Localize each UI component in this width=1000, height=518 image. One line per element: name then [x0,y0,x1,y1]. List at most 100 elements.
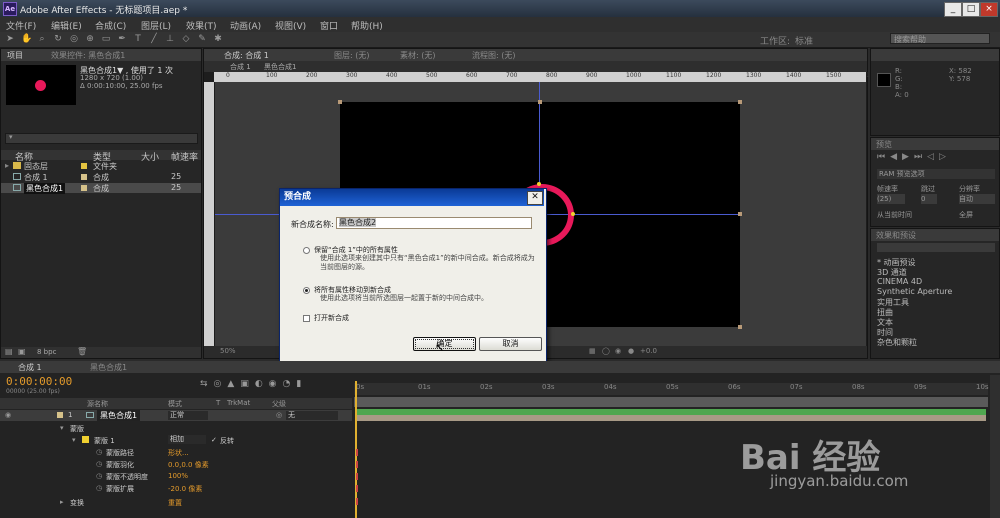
parent-select[interactable]: 无 [286,411,338,420]
visibility-eye-icon[interactable]: ◉ [5,411,11,419]
stopwatch-icon[interactable]: ◷ [96,460,102,468]
mask-tool-icon[interactable]: ▭ [101,34,111,44]
tab-effect-controls[interactable]: 效果控件: 黑色合成1 [51,50,125,61]
effects-category[interactable]: Synthetic Aperture [877,287,952,296]
dialog-close-button[interactable]: ✕ [527,191,543,205]
text-tool-icon[interactable]: T [133,34,143,44]
brush-tool-icon[interactable]: ╱ [149,34,159,44]
menu-file[interactable]: 文件(F) [6,19,36,32]
move-attributes-radio[interactable] [303,287,310,294]
expand-arrow-icon[interactable]: ▸ [5,161,9,170]
effects-category[interactable]: CINEMA 4D [877,277,922,286]
pan-behind-tool-icon[interactable]: ⊕ [85,34,95,44]
comp-name-input[interactable]: 黑色合成2 [336,217,532,229]
fullscreen-checkbox[interactable]: 全屏 [959,210,973,220]
stopwatch-icon[interactable]: ◷ [96,484,102,492]
open-new-comp-checkbox[interactable] [303,315,310,322]
zoom-tool-icon[interactable]: ⌕ [37,34,47,44]
cancel-button[interactable]: 取消 [479,337,542,351]
timeline-switches[interactable]: ⇆◎▲▣◐◉◔▮ [200,379,307,389]
grid-toggle-icon[interactable]: ▦ [589,347,596,355]
pen-tool-icon[interactable]: ✒ [117,34,127,44]
playback-controls[interactable]: ⏮◀▶⏭◁▷ [877,152,951,162]
help-search-input[interactable]: 搜索帮助 [890,33,990,44]
keyframe-marker[interactable] [356,461,358,468]
rotate-tool-icon[interactable]: ↻ [53,34,63,44]
keyframe-marker[interactable] [356,449,358,456]
ok-button[interactable]: 确定 [413,337,476,351]
clone-tool-icon[interactable]: ⊥ [165,34,175,44]
layer-corner-handle[interactable] [738,325,742,329]
work-area-bar[interactable] [354,397,988,407]
mask-color-swatch[interactable] [82,436,89,443]
tab-footage[interactable]: 素材: (无) [400,50,435,61]
mask-path-value[interactable]: 形状... [168,448,189,458]
project-search-input[interactable]: ▾ [5,133,198,144]
exposure-offset[interactable]: +0.0 [640,347,657,355]
prop-transform[interactable]: 变换 [70,498,84,508]
tab-effects-presets[interactable]: 效果和预设 [876,230,916,241]
time-ruler[interactable]: 0s 01s 02s 03s 04s 05s 06s 07s 08s 09s 10s [354,383,989,395]
menu-effect[interactable]: 效果(T) [186,19,217,32]
camera-tool-icon[interactable]: ◎ [69,34,79,44]
mask-feather-value[interactable]: 0.0,0.0 像素 [168,460,209,470]
layer-duration-bar-body[interactable] [356,415,986,421]
effects-search-input[interactable] [877,243,995,252]
new-folder-icon[interactable]: ▣ [18,347,26,356]
menu-window[interactable]: 窗口 [320,19,338,32]
layer-corner-handle[interactable] [738,100,742,104]
close-window-button[interactable]: × [980,2,998,17]
menu-layer[interactable]: 图层(L) [141,19,171,32]
mask-opacity-value[interactable]: 100% [168,472,188,480]
keyframe-marker[interactable] [356,485,358,492]
project-item[interactable]: ▸ 固态层 文件夹 [1,161,201,171]
search-dropdown-icon[interactable]: ▾ [9,133,13,141]
prop-masks[interactable]: 蒙版 [70,424,84,434]
zoom-select[interactable]: 50% [220,347,236,355]
transform-reset[interactable]: 重置 [168,498,182,508]
camera-snapshot-icon[interactable]: ◉ [615,347,621,355]
menu-view[interactable]: 视图(V) [275,19,306,32]
layer-corner-handle[interactable] [538,100,542,104]
trash-icon[interactable]: 🗑 [77,347,87,356]
layer-corner-handle[interactable] [738,212,742,216]
tab-project[interactable]: 项目 [7,50,23,61]
invert-checkbox[interactable]: ✓ [211,436,217,444]
interpret-footage-icon[interactable]: ▤ [5,347,13,356]
mask-vertex-handle[interactable] [571,212,575,216]
tab-composition[interactable]: 合成: 合成 1 [224,50,269,61]
layer-row[interactable]: ◉ 1 黑色合成1 正常 ◎ 无 [0,410,352,421]
project-item[interactable]: 合成 1 合成 25 [1,172,201,182]
menu-composition[interactable]: 合成(C) [95,19,126,32]
keep-attributes-radio[interactable] [303,247,310,254]
hand-tool-icon[interactable]: ✋ [21,34,32,44]
mask-vertex-handle[interactable] [537,182,541,186]
bit-depth[interactable]: 8 bpc [37,348,56,356]
tab-layer[interactable]: 图层: (无) [334,50,369,61]
parent-pick-whip-icon[interactable]: ◎ [276,411,282,419]
minimize-button[interactable]: _ [944,2,962,17]
mask-mode-select[interactable]: 相加 [168,435,206,444]
selection-tool-icon[interactable]: ➤ [5,34,15,44]
blend-mode-select[interactable]: 正常 [168,411,208,420]
layer-name[interactable]: 黑色合成1 [97,410,141,421]
keyframe-marker[interactable] [356,473,358,480]
mask-expansion-value[interactable]: -20.0 像素 [168,484,202,494]
project-item-selected[interactable]: 黑色合成1 合成 25 [1,183,201,194]
puppet-tool-icon[interactable]: ✱ [213,34,223,44]
maximize-button[interactable]: □ [962,2,980,17]
tab-comp1[interactable]: 合成 1 [18,362,42,373]
tab-flowchart[interactable]: 流程图: (无) [472,50,515,61]
skip-select[interactable]: 0 [921,194,937,204]
current-timecode[interactable]: 0:00:00:00 [6,375,72,388]
stopwatch-icon[interactable]: ◷ [96,472,102,480]
tab-preview[interactable]: 预览 [876,139,892,150]
tab-black-comp[interactable]: 黑色合成1 [90,362,127,373]
timeline-scrollbar[interactable] [990,375,1000,518]
keyframe-marker[interactable] [356,498,358,505]
mask-toggle-icon[interactable]: ◯ [602,347,610,355]
menu-animation[interactable]: 动画(A) [230,19,261,32]
layer-corner-handle[interactable] [338,100,342,104]
from-current-checkbox[interactable]: 从当前时间 [877,210,912,220]
ram-preview-select[interactable]: RAM 预览选项 [877,169,995,179]
